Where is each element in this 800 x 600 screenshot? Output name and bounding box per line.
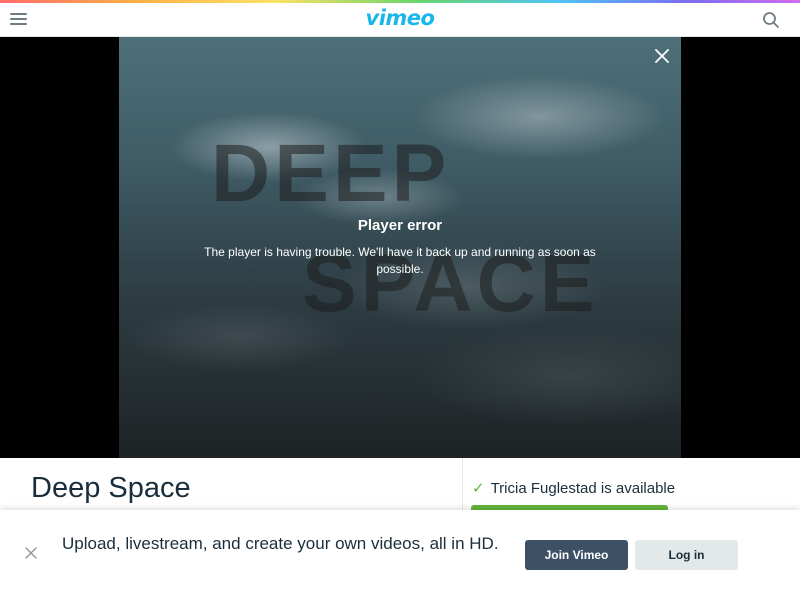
signup-banner-message: Upload, livestream, and create your own …	[62, 534, 499, 553]
error-description: The player is having trouble. We'll have…	[204, 245, 596, 276]
video-art-title-word: DEEP	[211, 128, 451, 219]
checkmark-icon: ✓	[472, 480, 485, 497]
availability-status: ✓ Tricia Fuglestad is available	[472, 479, 675, 497]
availability-text: Tricia Fuglestad is available	[490, 480, 676, 497]
close-icon[interactable]	[24, 546, 38, 560]
close-icon[interactable]	[653, 47, 671, 65]
player-error-message: Player error The player is having troubl…	[200, 217, 600, 278]
vimeo-logo-link[interactable]: vimeo	[366, 6, 435, 30]
video-player[interactable]: DEEP SPACE Player error The player is ha…	[0, 37, 800, 458]
join-vimeo-button[interactable]: Join Vimeo	[525, 540, 628, 570]
hamburger-menu-icon[interactable]	[10, 11, 28, 27]
video-frame[interactable]: DEEP SPACE Player error The player is ha…	[119, 37, 681, 458]
log-in-button[interactable]: Log in	[635, 540, 738, 570]
signup-banner: Upload, livestream, and create your own …	[0, 510, 800, 600]
search-icon[interactable]	[762, 11, 780, 29]
error-title: Player error	[357, 217, 443, 234]
top-navigation-bar: vimeo	[0, 3, 800, 37]
vimeo-logo: vimeo	[0, 6, 800, 30]
video-title: Deep Space	[31, 472, 191, 504]
